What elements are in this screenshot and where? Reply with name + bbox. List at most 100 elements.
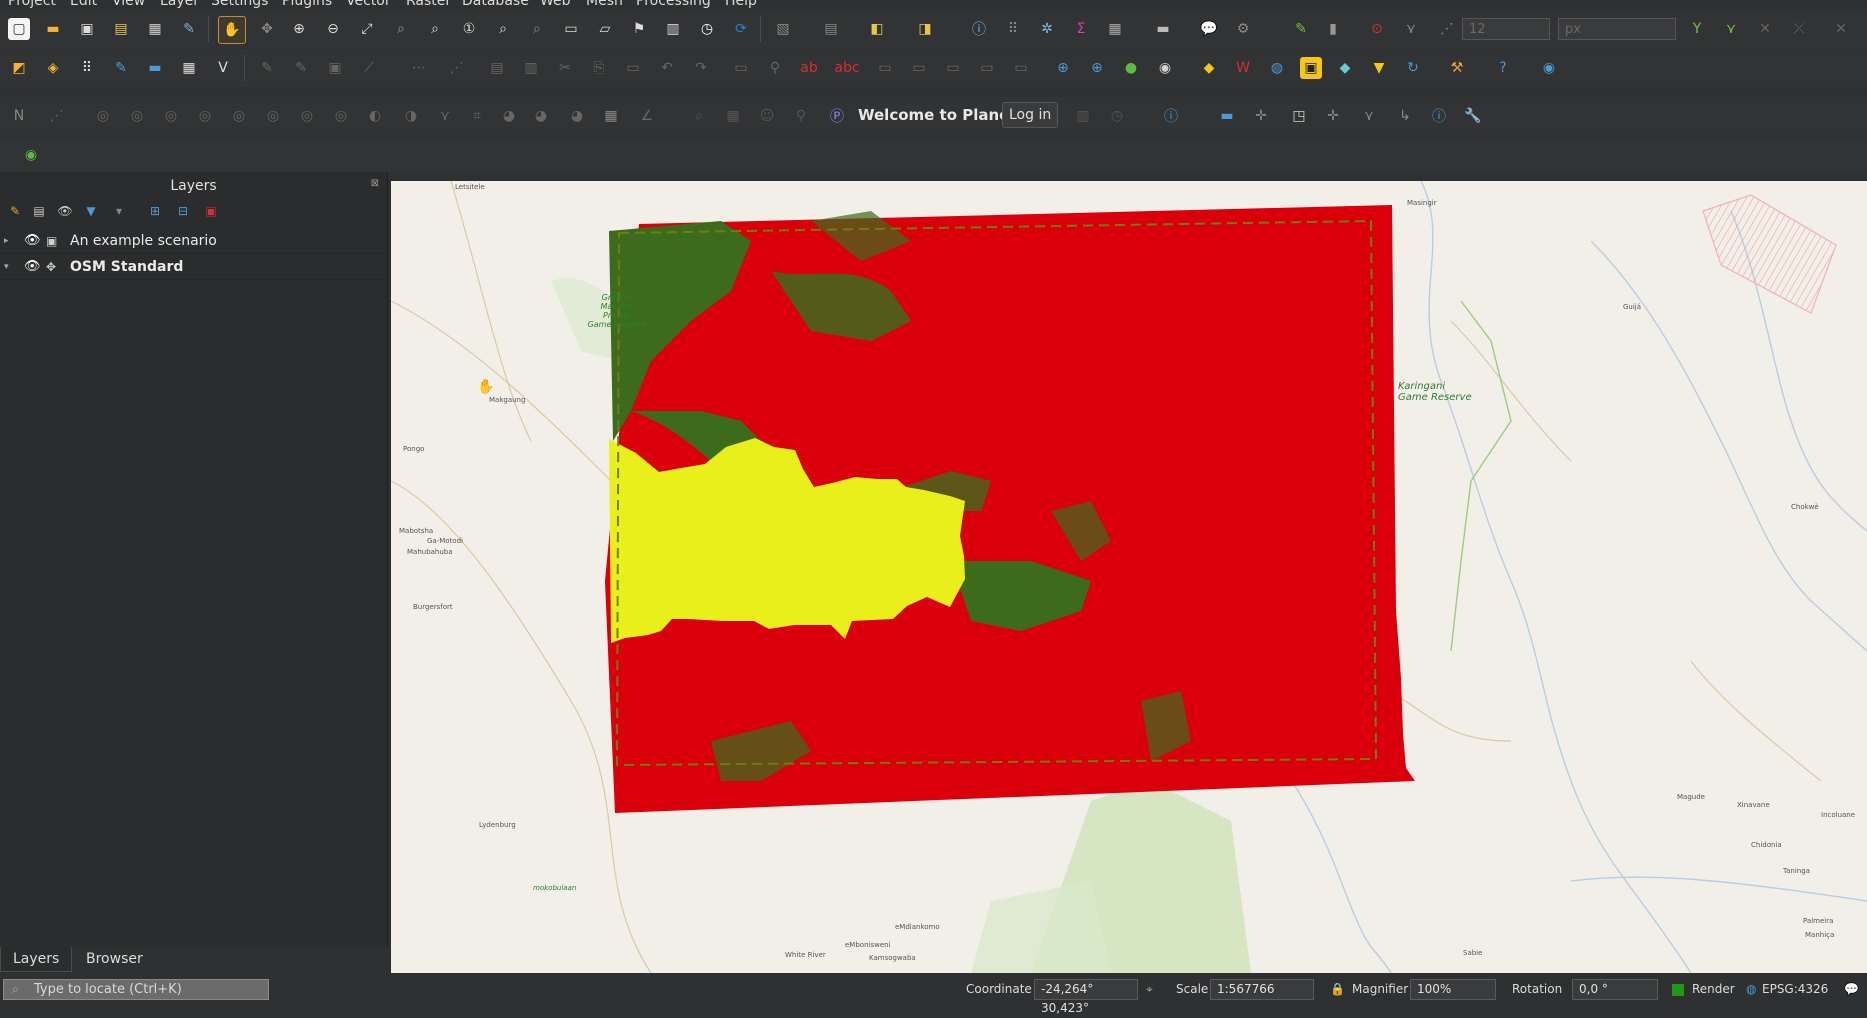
coordinate-field[interactable]: -24,264° 30,423° <box>1034 979 1138 1015</box>
identify-features-icon[interactable]: ⓘ <box>968 18 990 40</box>
zoom-to-layer-icon[interactable]: ⌕ <box>424 18 446 40</box>
new-3d-map-view-icon[interactable]: ▱ <box>594 18 616 40</box>
split-features-icon[interactable]: ✕ <box>1830 18 1852 40</box>
grid-icon[interactable]: ▦ <box>600 105 622 127</box>
menu-mesh[interactable]: Mesh <box>586 0 623 9</box>
menu-settings[interactable]: Settings <box>211 0 268 9</box>
menu-project[interactable]: Project <box>8 0 56 9</box>
crosshair-icon[interactable]: ✛ <box>1250 105 1272 127</box>
layer-row-an-example-scenario[interactable]: ▸ 👁 ▣ An example scenario <box>0 228 384 254</box>
filter-by-expression-icon[interactable]: ▾ <box>110 202 128 220</box>
remove-layer-icon[interactable]: ▣ <box>202 202 220 220</box>
offset-curve-icon[interactable]: ◎ <box>262 105 284 127</box>
split-vertex-icon[interactable]: ⋎ <box>1358 105 1380 127</box>
reshape-icon[interactable]: ⋎ <box>1720 18 1742 40</box>
help-icon[interactable]: ? <box>1492 57 1514 79</box>
tracing-icon[interactable]: ⋎ <box>1400 18 1422 40</box>
visibility-eye-icon[interactable]: 👁 <box>24 259 42 274</box>
pan-to-selection-icon[interactable]: ✥ <box>256 18 278 40</box>
current-edits-icon[interactable]: ✎ <box>256 57 278 79</box>
zoom-full-icon[interactable]: ⤢ <box>356 18 378 40</box>
add-raster-layer-icon[interactable]: ▬ <box>144 57 166 79</box>
toggle-editing-icon[interactable]: ▮ <box>1322 18 1344 40</box>
scale-field[interactable]: 1:567766 <box>1210 979 1314 1000</box>
merge-features-icon[interactable]: ◑ <box>400 105 422 127</box>
manage-map-themes-icon[interactable]: 👁 <box>56 202 74 220</box>
collapse-arrow-icon[interactable]: ▾ <box>4 262 18 272</box>
rotation-field[interactable]: 0,0 ° <box>1572 979 1658 1000</box>
user-plugin-icon[interactable]: ☺ <box>756 105 778 127</box>
field-calculator-icon[interactable]: ⠿ <box>1002 18 1024 40</box>
collapse-all-icon[interactable]: ⊟ <box>174 202 192 220</box>
rotate-feature-icon[interactable]: ◎ <box>92 105 114 127</box>
delete-ring-icon[interactable]: ⤫ <box>1788 18 1810 40</box>
tab-browser[interactable]: Browser <box>74 947 155 971</box>
save-project-icon[interactable]: ▣ <box>76 18 98 40</box>
map-tips-icon[interactable]: 💬 <box>1198 18 1220 40</box>
zoom-out-icon[interactable]: ⊖ <box>322 18 344 40</box>
move-label-icon[interactable]: ▭ <box>908 57 930 79</box>
add-wms-layer-icon[interactable]: ⊕ <box>1052 57 1074 79</box>
vertex-tool-icon[interactable]: Y <box>1686 18 1708 40</box>
plugin-icon[interactable]: ▣ <box>1300 57 1322 79</box>
layout-manager-icon[interactable]: ▦ <box>144 18 166 40</box>
mouse-mode-icon[interactable]: ⌖ <box>1146 982 1153 997</box>
refresh-icon[interactable]: ⟳ <box>730 18 752 40</box>
planet-inspector-icon[interactable]: ◷ <box>1106 105 1128 127</box>
wikidata-icon[interactable]: W <box>1232 57 1254 79</box>
add-basemap-icon[interactable]: ▬ <box>1216 105 1238 127</box>
menu-view[interactable]: View <box>112 0 145 9</box>
zoom-to-selection-icon[interactable]: ⌕ <box>390 18 412 40</box>
attribute-table-icon[interactable]: ▤ <box>820 18 842 40</box>
zoom-in-icon[interactable]: ⊕ <box>288 18 310 40</box>
add-virtual-layer-icon[interactable]: V <box>212 57 234 79</box>
about-icon[interactable]: ⓘ <box>1428 105 1450 127</box>
menu-web[interactable]: Web <box>540 0 571 9</box>
expand-arrow-icon[interactable]: ▸ <box>4 236 18 246</box>
digitizing-advanced-icon[interactable]: N <box>8 105 30 127</box>
crs-label[interactable]: EPSG:4326 <box>1762 982 1828 996</box>
move-vertex-icon[interactable]: ✛ <box>1322 105 1344 127</box>
pin-plugin-icon[interactable]: ⚲ <box>790 105 812 127</box>
settings-wrench-icon[interactable]: 🔧 <box>1462 105 1484 127</box>
save-edits-icon[interactable]: ▣ <box>324 57 346 79</box>
vertex-editor-icon[interactable]: ⋎ <box>434 105 456 127</box>
toggle-edit-icon[interactable]: ✎ <box>290 57 312 79</box>
render-checkbox[interactable] <box>1672 984 1684 996</box>
simplify-icon[interactable]: ◎ <box>126 105 148 127</box>
tab-layers[interactable]: Layers <box>0 947 73 972</box>
open-project-icon[interactable]: ▬ <box>42 18 64 40</box>
change-label-icon[interactable]: ▭ <box>976 57 998 79</box>
close-panel-icon[interactable]: ⊠ <box>371 178 379 189</box>
add-vector-layer-icon[interactable]: ✎ <box>110 57 132 79</box>
menu-edit[interactable]: Edit <box>70 0 97 9</box>
pin-labels-icon[interactable]: ⚲ <box>764 57 786 79</box>
unit-select[interactable]: px <box>1558 18 1676 40</box>
search-plugin-icon[interactable]: ⌕ <box>688 105 710 127</box>
diagram-tool-icon[interactable]: ▭ <box>1010 57 1032 79</box>
style-manager-icon[interactable]: ✎ <box>178 18 200 40</box>
measure-icon[interactable]: ▬ <box>1152 18 1174 40</box>
copy-features-icon[interactable]: ⎘ <box>588 57 610 79</box>
kmz-export-icon[interactable]: ▼ <box>1368 57 1390 79</box>
new-geopackage-icon[interactable]: ◈ <box>42 57 64 79</box>
trim-extend-icon[interactable]: ◎ <box>330 105 352 127</box>
split-parts-icon[interactable]: ◐ <box>364 105 386 127</box>
quickmapservices-icon[interactable]: ◉ <box>1154 57 1176 79</box>
layer-labeling-icon[interactable]: ab <box>798 57 820 79</box>
metasearch-icon[interactable]: ◉ <box>1538 57 1560 79</box>
reverse-line-icon[interactable]: ◎ <box>296 105 318 127</box>
menu-plugins[interactable]: Plugins <box>282 0 332 9</box>
ellipse-tool-icon[interactable]: ◕ <box>566 105 588 127</box>
open-field-calculator-icon[interactable]: ▦ <box>1104 18 1126 40</box>
new-bookmark-icon[interactable]: ⚑ <box>628 18 650 40</box>
add-wfs-layer-icon[interactable]: ⊕ <box>1086 57 1108 79</box>
add-point-icon[interactable]: ⋯ <box>408 57 430 79</box>
quick-osm-icon[interactable]: ◉ <box>20 144 42 166</box>
add-line-icon[interactable]: ⟋ <box>358 57 380 79</box>
filter-legend-icon[interactable]: ▼ <box>82 202 100 220</box>
table-plugin-icon[interactable]: ▦ <box>722 105 744 127</box>
paste-features-icon[interactable]: ▭ <box>622 57 644 79</box>
label-tool-icon[interactable]: ▭ <box>730 57 752 79</box>
rotate-label-icon[interactable]: ▭ <box>942 57 964 79</box>
